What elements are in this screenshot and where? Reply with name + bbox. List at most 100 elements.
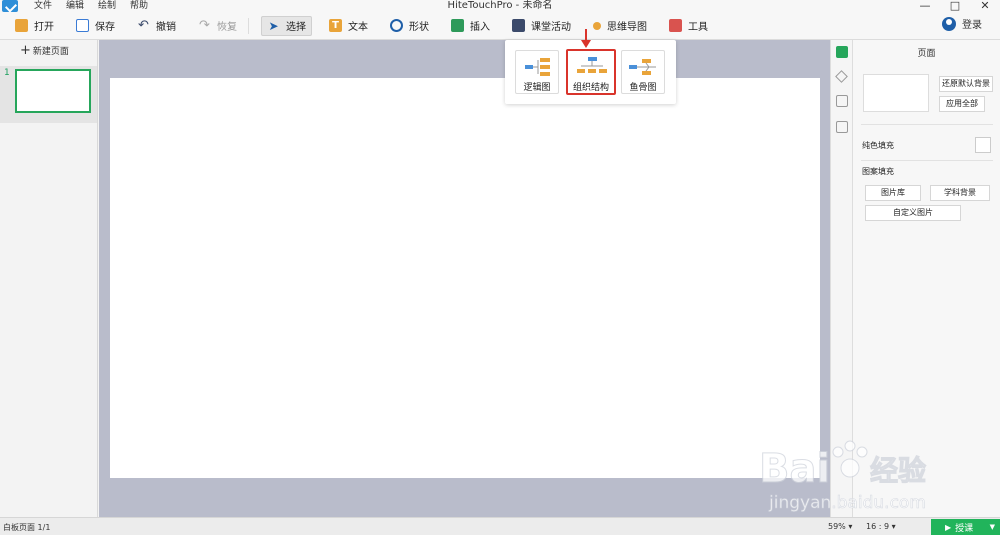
redo-icon: ↷ [199, 18, 210, 33]
whiteboard-slide[interactable] [110, 78, 820, 478]
baidu-jingyan-watermark: Bai 经验 jingyan.baidu.com [759, 440, 927, 513]
logic-chart-option[interactable]: 逻辑图 [515, 50, 559, 94]
background-preview [863, 74, 929, 112]
pin-icon[interactable] [835, 70, 848, 83]
new-page-label: 新建页面 [32, 46, 69, 57]
title-bar: 文件 编辑 绘制 帮助 HiteTouchPro - 未命名 — □ ✕ [0, 0, 1000, 12]
ratio-value: 16 : 9 [866, 522, 890, 531]
user-avatar-icon [942, 16, 956, 31]
logic-chart-label: 逻辑图 [523, 83, 551, 93]
tools-label: 工具 [688, 22, 708, 33]
text-label: 文本 [348, 22, 368, 33]
solid-fill-label: 纯色填充 [862, 141, 894, 150]
open-button[interactable]: 打开 [10, 16, 59, 36]
zoom-value: 59% [828, 522, 846, 531]
pattern-fill-label: 图案填充 [862, 167, 894, 176]
tools-button[interactable]: 工具 [664, 16, 713, 36]
menu-edit[interactable]: 编辑 [66, 0, 84, 12]
mindmap-icon [593, 21, 601, 30]
divider [861, 124, 993, 125]
shape-label: 形状 [409, 22, 429, 33]
folder-icon [15, 19, 28, 32]
login-label: 登录 [962, 20, 982, 31]
annotation-arrow-icon [581, 29, 591, 48]
watermark-brand: Bai [759, 446, 830, 492]
paw-icon [832, 440, 868, 478]
shape-icon [390, 19, 403, 32]
redo-button[interactable]: ↷ 恢复 [193, 16, 242, 36]
apply-all-button[interactable]: 应用全部 [939, 96, 985, 112]
insert-button[interactable]: 插入 [446, 16, 495, 36]
page-thumbnail[interactable] [15, 69, 91, 113]
main-toolbar: 打开 保存 ↶ 撤销 ↷ 恢复 ➤ 选择 T 文本 形状 插入 课堂活动 思维导… [0, 12, 1000, 40]
classroom-activity-button[interactable]: 课堂活动 [507, 16, 576, 36]
plus-icon: + [20, 42, 31, 58]
undo-label: 撤销 [156, 22, 176, 33]
mindmap-button[interactable]: 思维导图 [588, 16, 652, 36]
toolbox-icon [669, 19, 682, 32]
menu-file[interactable]: 文件 [34, 0, 52, 12]
select-label: 选择 [286, 22, 306, 33]
divider [861, 160, 993, 161]
login-button[interactable]: 登录 [942, 16, 982, 31]
new-page-button[interactable]: + 新建页面 [0, 40, 97, 60]
toolbar-divider [248, 17, 249, 34]
panel-title: 页面 [917, 49, 936, 59]
watermark-url: jingyan.baidu.com [768, 493, 926, 513]
app-logo-icon [2, 0, 18, 12]
fishbone-label: 鱼骨图 [629, 83, 657, 93]
shape-button[interactable]: 形状 [385, 16, 434, 36]
text-button[interactable]: T 文本 [324, 16, 373, 36]
select-button[interactable]: ➤ 选择 [261, 15, 312, 36]
classroom-icon [512, 19, 525, 32]
text-icon: T [329, 19, 342, 32]
close-button[interactable]: ✕ [970, 0, 1000, 12]
zoom-level-dropdown[interactable]: 59% ▾ [828, 522, 852, 531]
present-label: 授课 [955, 523, 974, 534]
status-bar: 白板页面 1/1 59% ▾ 16 : 9 ▾ ▶ 授课 ▼ [0, 517, 1000, 535]
restore-default-bg-button[interactable]: 还原默认背景 [939, 76, 993, 92]
save-button[interactable]: 保存 [71, 16, 120, 36]
play-icon: ▶ [945, 522, 952, 532]
classroom-label: 课堂活动 [531, 22, 571, 33]
chevron-down-icon[interactable]: ▼ [990, 523, 995, 531]
mindmap-popup: 逻辑图 组织结构 鱼骨图 [505, 40, 676, 104]
org-chart-option[interactable]: 组织结构 [566, 49, 616, 95]
aspect-ratio-dropdown[interactable]: 16 : 9 ▾ [866, 522, 896, 531]
resources-icon[interactable] [835, 121, 848, 133]
save-icon [76, 19, 89, 32]
subject-background-button[interactable]: 学科背景 [930, 185, 990, 201]
logic-chart-icon [525, 58, 550, 76]
fishbone-option[interactable]: 鱼骨图 [621, 50, 665, 94]
present-button[interactable]: ▶ 授课 ▼ [931, 519, 1000, 535]
maximize-button[interactable]: □ [940, 0, 970, 12]
fishbone-icon [629, 59, 656, 75]
layers-icon[interactable] [835, 95, 848, 107]
minimize-button[interactable]: — [910, 0, 940, 12]
undo-icon: ↶ [138, 18, 149, 33]
mindmap-label: 思维导图 [607, 22, 647, 33]
redo-label: 恢复 [217, 22, 237, 33]
cursor-icon: ➤ [268, 18, 279, 33]
insert-icon [451, 19, 464, 32]
page-properties-icon[interactable] [835, 46, 848, 58]
insert-label: 插入 [470, 22, 490, 33]
fill-color-picker[interactable] [975, 137, 991, 153]
page-thumbnail-row[interactable]: 1 [0, 66, 97, 123]
undo-button[interactable]: ↶ 撤销 [132, 16, 181, 36]
menu-draw[interactable]: 绘制 [98, 0, 116, 12]
custom-image-button[interactable]: 自定义图片 [865, 205, 961, 221]
canvas-area [99, 40, 830, 517]
menu-help[interactable]: 帮助 [130, 0, 148, 12]
menu-bar: 文件 编辑 绘制 帮助 [34, 0, 162, 12]
watermark-brand-tail: 经验 [870, 454, 926, 487]
window-controls: — □ ✕ [910, 0, 1000, 12]
org-chart-icon [577, 57, 607, 73]
open-label: 打开 [34, 22, 54, 33]
page-thumbnail-panel: + 新建页面 1 [0, 40, 98, 517]
save-label: 保存 [95, 22, 115, 33]
page-number: 1 [4, 68, 10, 78]
page-info: 白板页面 1/1 [3, 523, 51, 532]
org-chart-label: 组织结构 [572, 83, 609, 93]
gallery-button[interactable]: 图片库 [865, 185, 921, 201]
